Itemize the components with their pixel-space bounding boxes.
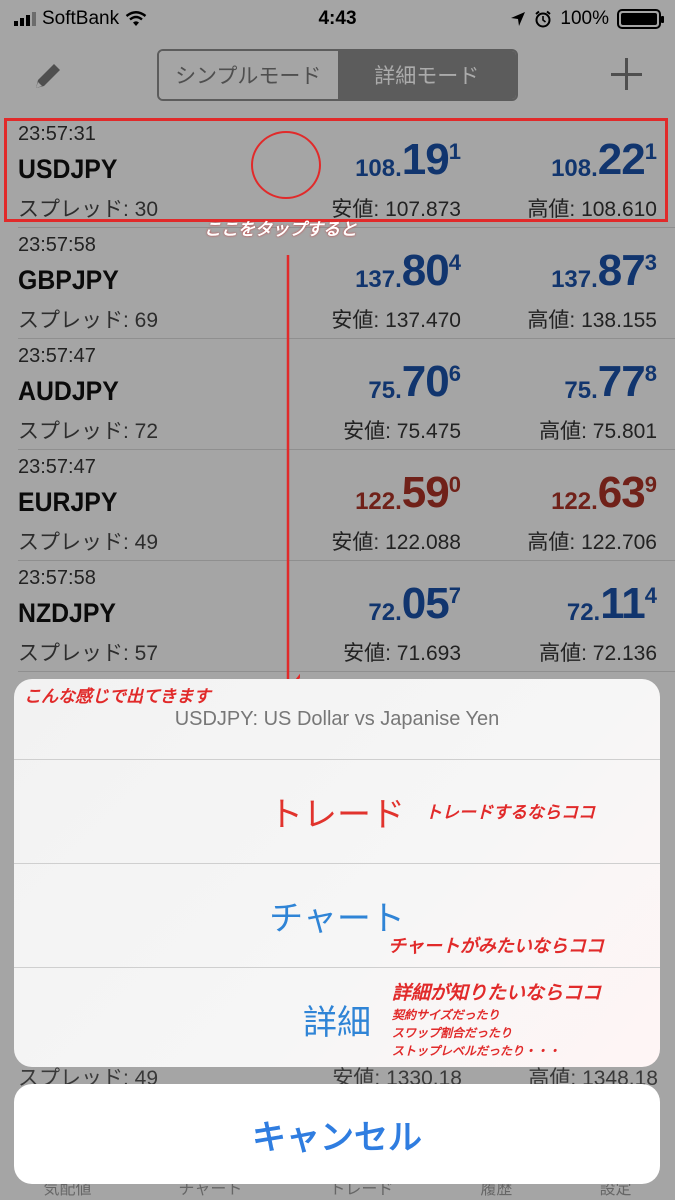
tap-here-note: ここをタップすると (204, 220, 357, 240)
trade-note: トレードするならココ (425, 803, 595, 823)
tap-circle (251, 131, 321, 199)
detail-sub-note-2: スワップ割合だったり (392, 1026, 513, 1040)
action-sheet: USDJPY: US Dollar vs Japanise Yen トレード チ… (14, 679, 660, 1067)
arrow-down-icon (280, 255, 300, 694)
highlight-box (4, 118, 668, 222)
chart-note: チャートがみたいならココ (388, 936, 604, 957)
cancel-button[interactable]: キャンセル (14, 1084, 660, 1184)
detail-sub-note-1: 契約サイズだったり (392, 1008, 500, 1022)
appears-note: こんな感じで出てきます (24, 687, 211, 707)
detail-note: 詳細が知りたいならココ (392, 982, 602, 1004)
detail-sub-note-3: ストップレベルだったり・・・ (392, 1044, 561, 1058)
